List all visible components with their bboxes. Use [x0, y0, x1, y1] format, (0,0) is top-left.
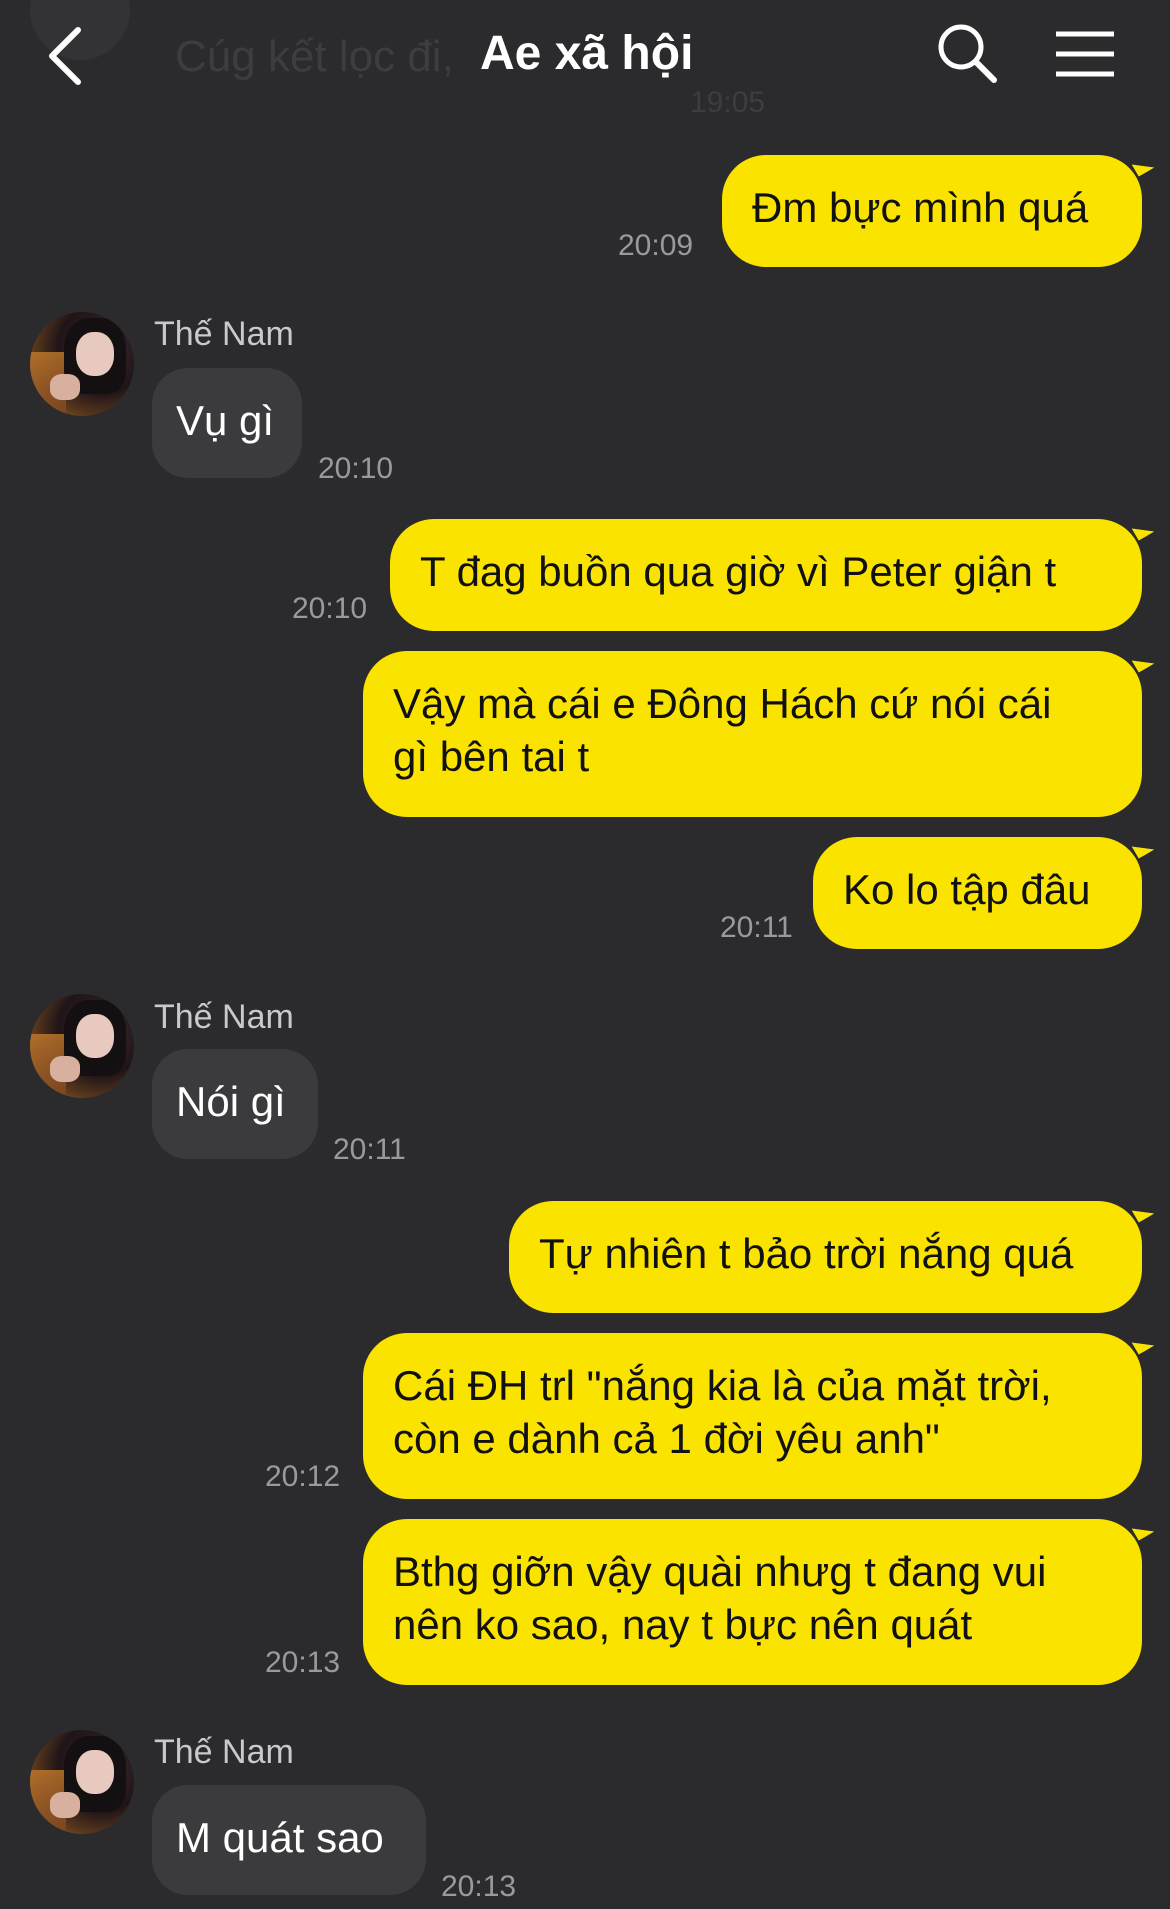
avatar[interactable]	[30, 994, 134, 1098]
message-text: Đm bực mình quá	[752, 184, 1089, 231]
message-timestamp: 20:11	[333, 1133, 406, 1166]
message-text: T đag buồn qua giờ vì Peter giận t	[420, 548, 1057, 595]
outgoing-message-bubble[interactable]: Tự nhiên t bảo trời nắng quá	[509, 1201, 1142, 1313]
outgoing-message-bubble[interactable]: Ko lo tập đâu	[813, 837, 1142, 949]
back-button[interactable]	[38, 22, 98, 90]
outgoing-message-bubble[interactable]: T đag buồn qua giờ vì Peter giận t	[390, 519, 1142, 631]
message-timestamp: 20:12	[265, 1460, 341, 1493]
outgoing-message-bubble[interactable]: Đm bực mình quá	[722, 155, 1142, 267]
scrolled-message-text: Cúg kết lọc đi,	[175, 32, 454, 81]
message-text-line: nên ko sao, nay t bực nên quát	[393, 1601, 973, 1648]
message-text: Vụ gì	[176, 397, 275, 444]
message-timestamp: 20:11	[720, 911, 793, 944]
menu-button[interactable]	[1052, 24, 1118, 84]
incoming-message-bubble[interactable]: Vụ gì	[152, 368, 302, 478]
search-button[interactable]	[934, 20, 1000, 86]
message-text-line: Bthg giỡn vậy quài nhưg t đang vui	[393, 1548, 1047, 1595]
incoming-message-bubble[interactable]: Nói gì	[152, 1049, 318, 1159]
outgoing-message-bubble[interactable]: Bthg giỡn vậy quài nhưg t đang vui nên k…	[363, 1519, 1142, 1685]
outgoing-message-bubble[interactable]: Vậy mà cái e Đông Hách cứ nói cái gì bên…	[363, 651, 1142, 817]
message-text: Tự nhiên t bảo trời nắng quá	[539, 1230, 1074, 1277]
hamburger-menu-icon	[1056, 31, 1114, 77]
avatar[interactable]	[30, 1730, 134, 1834]
outgoing-message-bubble[interactable]: Cái ĐH trl "nắng kia là của mặt trời, cò…	[363, 1333, 1142, 1499]
message-timestamp: 20:13	[441, 1870, 517, 1903]
message-text: Ko lo tập đâu	[843, 866, 1091, 913]
avatar[interactable]	[30, 312, 134, 416]
search-icon	[938, 24, 997, 83]
message-timestamp: 20:09	[618, 229, 694, 262]
sender-name: Thế Nam	[154, 315, 294, 353]
scrolled-message-time: 19:05	[690, 86, 766, 119]
chat-header: Cúg kết lọc đi, 19:05 Ae xã hội	[0, 0, 1170, 119]
sender-name: Thế Nam	[154, 998, 294, 1036]
message-text: M quát sao	[176, 1814, 384, 1861]
message-timestamp: 20:13	[265, 1646, 341, 1679]
incoming-message-bubble[interactable]: M quát sao	[152, 1785, 426, 1895]
chat-title: Ae xã hội	[480, 27, 694, 80]
message-text-line: Vậy mà cái e Đông Hách cứ nói cái	[393, 680, 1052, 727]
message-timestamp: 20:10	[318, 452, 394, 485]
message-text: Nói gì	[176, 1078, 286, 1125]
sender-name: Thế Nam	[154, 1733, 294, 1771]
message-timestamp: 20:10	[292, 592, 368, 625]
chat-screen: Cúg kết lọc đi, 19:05 Ae xã hội Đm bực m…	[0, 0, 1170, 1909]
message-text-line: còn e dành cả 1 đời yêu anh"	[393, 1415, 940, 1462]
message-text-line: Cái ĐH trl "nắng kia là của mặt trời,	[393, 1362, 1052, 1409]
message-text-line: gì bên tai t	[393, 733, 590, 780]
chevron-left-icon	[49, 27, 81, 85]
